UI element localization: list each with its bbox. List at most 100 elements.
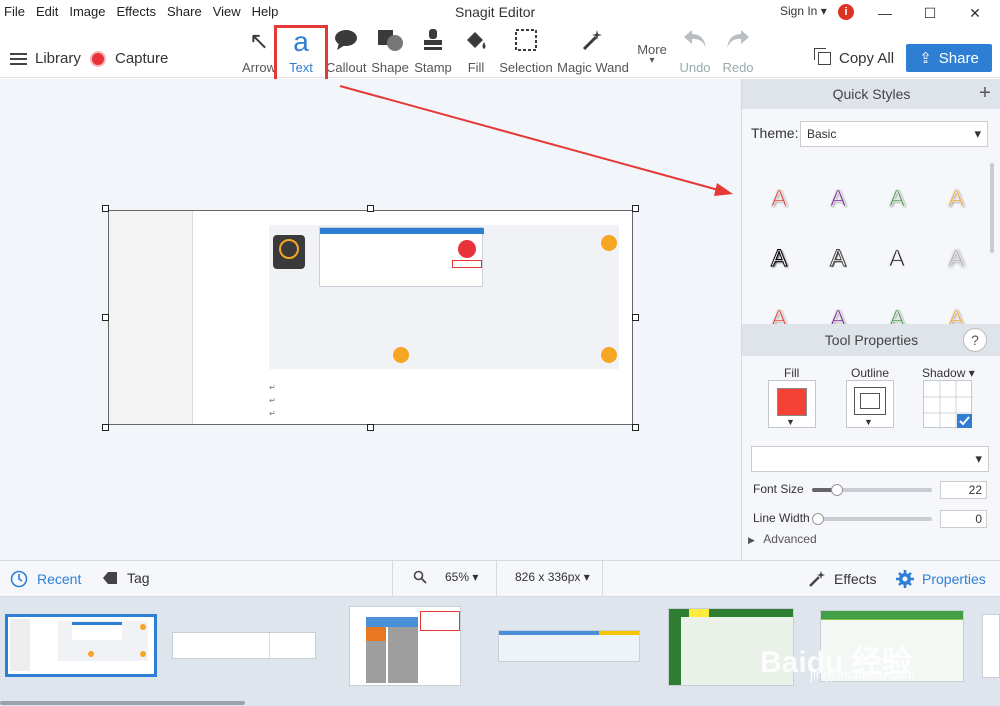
zoom-select[interactable]: 65% ▾ [445, 570, 478, 584]
zoom-icon[interactable] [413, 570, 427, 587]
menu-edit[interactable]: Edit [36, 4, 58, 19]
resize-handle[interactable] [367, 424, 374, 431]
tool-fill[interactable]: Fill [459, 28, 493, 75]
tray-thumbnail[interactable] [349, 606, 461, 686]
resize-handle[interactable] [632, 205, 639, 212]
status-bar: Recent Tag 65% ▾ 826 x 336px ▾ Effects P… [0, 560, 1000, 597]
quick-styles-header: Quick Styles + [742, 79, 1000, 109]
minimize-button[interactable]: — [870, 2, 900, 24]
resize-handle[interactable] [102, 205, 109, 212]
close-button[interactable]: ✕ [960, 2, 990, 24]
library-button[interactable]: Library [10, 50, 81, 67]
tool-magic-wand[interactable]: Magic Wand [556, 28, 630, 75]
line-width-slider[interactable] [812, 517, 932, 521]
chevron-down-icon: ▼ [864, 417, 873, 427]
tray-thumbnail-selected[interactable] [5, 614, 157, 677]
quick-style-tile[interactable]: A [882, 185, 912, 213]
quick-style-tile[interactable]: A [823, 185, 853, 213]
chevron-down-icon: ▼ [786, 417, 795, 427]
tool-undo[interactable]: Undo [677, 28, 713, 75]
redo-icon [720, 28, 756, 56]
capture-button[interactable]: Capture [90, 50, 168, 67]
menu-bar: File Edit Image Effects Share View Help [4, 4, 289, 19]
styles-scrollbar[interactable] [990, 163, 994, 253]
menu-view[interactable]: View [213, 4, 241, 19]
line-width-slider-knob[interactable] [812, 513, 824, 525]
resize-handle[interactable] [632, 424, 639, 431]
resize-handle[interactable] [632, 314, 639, 321]
tag-icon [103, 572, 117, 584]
tray-thumbnail[interactable] [982, 614, 1000, 678]
copy-all-button[interactable]: Copy All [814, 48, 894, 67]
tool-more[interactable]: More ▾ [634, 42, 670, 66]
maximize-button[interactable]: ☐ [915, 2, 945, 24]
font-select[interactable] [751, 446, 989, 472]
fill-color-button[interactable]: ▼ [768, 380, 816, 428]
text-tool-highlight [274, 25, 328, 83]
tray-thumbnail[interactable] [172, 632, 316, 659]
menu-file[interactable]: File [4, 4, 25, 19]
shadow-grid[interactable] [923, 380, 973, 429]
quick-style-tile[interactable]: A [823, 245, 853, 273]
tool-shape[interactable]: Shape [371, 28, 409, 75]
quick-style-tile[interactable]: A [823, 305, 853, 325]
line-width-label: Line Width [753, 511, 810, 525]
quick-style-tile[interactable]: A [764, 245, 794, 273]
tool-stamp[interactable]: Stamp [414, 28, 452, 75]
add-style-icon[interactable]: + [975, 83, 995, 103]
font-size-slider-knob[interactable] [831, 484, 843, 496]
tray-scrollbar[interactable] [0, 701, 245, 705]
captured-image[interactable]: ↵↵↵↵ [108, 210, 633, 425]
line-width-input[interactable]: 0 [940, 510, 987, 528]
menu-effects[interactable]: Effects [117, 4, 157, 19]
info-icon[interactable]: i [838, 4, 854, 20]
share-button[interactable]: ⇪ Share [906, 44, 992, 72]
clock-icon [10, 570, 28, 588]
right-panel: Quick Styles + Theme: Basic A A A A A A A A A A A A… [741, 79, 1000, 560]
quick-style-tile[interactable]: A [764, 185, 794, 213]
dimensions-select[interactable]: 826 x 336px ▾ [515, 570, 590, 584]
recent-button[interactable]: Recent [10, 570, 81, 588]
advanced-toggle[interactable]: ▶ Advanced [748, 532, 817, 546]
capture-dialog [319, 227, 484, 287]
hamburger-icon [10, 52, 27, 65]
tool-callout[interactable]: Callout [326, 28, 366, 75]
properties-button[interactable]: Properties [896, 570, 986, 588]
help-icon[interactable]: ? [963, 328, 987, 352]
tool-selection[interactable]: Selection [498, 28, 554, 75]
stamp-icon [414, 28, 452, 56]
sign-in-button[interactable]: Sign In ▾ [780, 4, 827, 18]
quick-style-tile[interactable]: A [941, 245, 971, 273]
menu-image[interactable]: Image [69, 4, 105, 19]
theme-select[interactable]: Basic [800, 121, 988, 147]
library-label: Library [35, 50, 81, 67]
capture-tray: Baidu 经验 jingyan.baidu.com [0, 597, 1000, 706]
capture-label: Capture [115, 50, 169, 67]
undo-icon [677, 28, 713, 56]
font-size-slider[interactable] [812, 488, 932, 492]
quick-style-tile[interactable]: A [882, 305, 912, 325]
capture-arrow-badge [393, 347, 409, 363]
menu-help[interactable]: Help [252, 4, 279, 19]
resize-handle[interactable] [367, 205, 374, 212]
shadow-label[interactable]: Shadow ▾ [922, 366, 975, 380]
effects-button[interactable]: Effects [808, 570, 877, 588]
fill-icon [459, 28, 493, 56]
title-bar: File Edit Image Effects Share View Help … [0, 0, 1000, 26]
watermark-url: jingyan.baidu.com [810, 667, 915, 682]
tray-thumbnail[interactable] [498, 630, 640, 662]
quick-style-tile[interactable]: A [882, 245, 912, 273]
quick-style-tile[interactable]: A [941, 185, 971, 213]
menu-share[interactable]: Share [167, 4, 202, 19]
tool-arrow[interactable]: ↖ Arrow [241, 28, 277, 75]
resize-handle[interactable] [102, 424, 109, 431]
outline-button[interactable]: ▼ [846, 380, 894, 428]
resize-handle[interactable] [102, 314, 109, 321]
tag-button[interactable]: Tag [102, 570, 150, 586]
quick-style-tile[interactable]: A [941, 305, 971, 325]
fill-color-swatch [777, 388, 807, 416]
tool-redo[interactable]: Redo [720, 28, 756, 75]
quick-style-tile[interactable]: A [764, 305, 794, 325]
theme-label: Theme: [751, 125, 799, 141]
font-size-input[interactable]: 22 [940, 481, 987, 499]
